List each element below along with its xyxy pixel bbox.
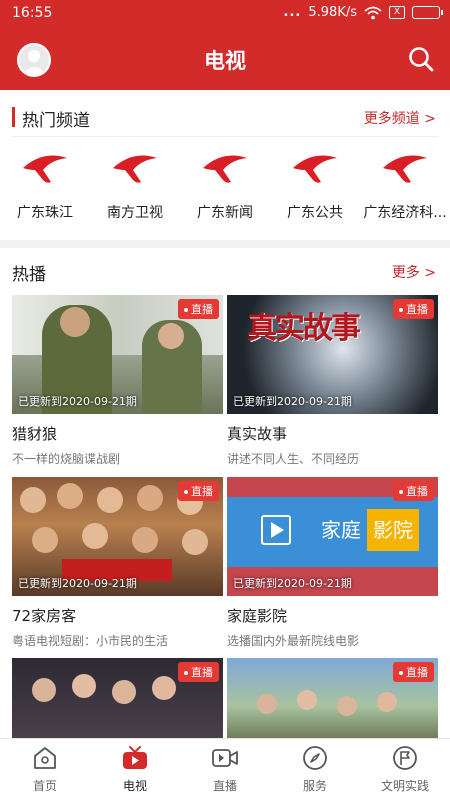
channel-name: 广东珠江 <box>17 205 73 221</box>
nav-label: 直播 <box>212 779 237 793</box>
show-thumbnail[interactable]: 直播 已更新到2020-09-21期 <box>12 295 223 414</box>
gdtv-logo-icon <box>383 155 427 183</box>
battery-icon <box>412 6 443 19</box>
nav-service[interactable]: 服务 <box>270 745 360 794</box>
show-subtitle: 讲述不同人生、不同经历 <box>227 452 360 466</box>
status-icons: ... 5.98K/s X <box>283 5 443 20</box>
show-thumbnail[interactable]: 真实故事 直播 已更新到2020-09-21期 <box>227 295 438 414</box>
channel-item[interactable]: 广东珠江 <box>0 140 90 222</box>
tv-icon <box>123 746 147 769</box>
channel-name: 广东新闻 <box>197 205 253 221</box>
live-badge: 直播 <box>178 662 219 682</box>
section-accent-bar <box>12 107 15 127</box>
gdtv-logo-icon <box>113 155 157 183</box>
hot-channels-title: 热门频道 <box>22 111 90 131</box>
nav-label: 首页 <box>32 779 57 793</box>
search-icon[interactable] <box>408 46 434 72</box>
show-subtitle: 不一样的烧脑谍战剧 <box>12 452 121 466</box>
network-speed: 5.98K/s <box>308 5 357 20</box>
hot-shows-title: 热播 <box>12 265 46 285</box>
thumb-text: 影院 <box>367 509 419 551</box>
show-card[interactable]: 家庭 影院 直播 已更新到2020-09-21期 家庭影院 选播国内外最新院线电… <box>227 477 438 649</box>
video-camera-icon <box>212 749 238 767</box>
notification-dots: ... <box>283 5 302 20</box>
wifi-icon <box>364 6 382 19</box>
show-thumbnail[interactable]: 直播 <box>227 658 438 738</box>
thumb-text: 家庭 <box>315 509 367 551</box>
show-thumbnail[interactable]: 直播 已更新到2020-09-21期 <box>12 477 223 596</box>
show-subtitle: 选播国内外最新院线电影 <box>227 634 360 648</box>
live-badge: 直播 <box>393 662 434 682</box>
play-icon <box>271 522 284 538</box>
nav-label: 服务 <box>302 779 327 793</box>
live-badge: 直播 <box>178 481 219 501</box>
sim-icon: X <box>389 6 405 19</box>
nav-civilization[interactable]: 文明实践 <box>360 745 450 794</box>
bottom-nav: 首页 电视 直播 服务 文明实践 <box>0 738 450 800</box>
thumb-text: 真实故事 <box>247 311 361 346</box>
show-card[interactable]: 直播 <box>227 658 438 738</box>
update-text: 已更新到2020-09-21期 <box>18 577 137 590</box>
page-title: 电视 <box>204 49 246 73</box>
show-title: 真实故事 <box>227 425 288 443</box>
show-thumbnail[interactable]: 家庭 影院 直播 已更新到2020-09-21期 <box>227 477 438 596</box>
nav-label: 文明实践 <box>380 779 429 793</box>
live-badge: 直播 <box>393 481 434 501</box>
channel-name: 南方卫视 <box>107 205 163 221</box>
live-badge: 直播 <box>178 299 219 319</box>
app-header: 16:55 ... 5.98K/s X 电视 <box>0 0 450 90</box>
channel-item[interactable]: 南方卫视 <box>90 140 180 222</box>
channel-name: 广东公共 <box>287 205 343 221</box>
more-shows-link[interactable]: 更多 > <box>392 262 436 282</box>
show-subtitle: 粤语电视短剧：小市民的生活 <box>12 634 169 648</box>
channel-list: 广东珠江 南方卫视 广东新闻 广东公共 广东经济科... <box>0 140 450 240</box>
flag-circle-icon <box>393 746 417 770</box>
nav-home[interactable]: 首页 <box>0 745 90 794</box>
home-icon <box>34 747 56 769</box>
gdtv-logo-icon <box>23 155 67 183</box>
gdtv-logo-icon <box>203 155 247 183</box>
channel-name: 广东经济科... <box>363 205 447 221</box>
channel-item[interactable]: 广东公共 <box>270 140 360 222</box>
show-title: 72家房客 <box>12 607 77 625</box>
gdtv-logo-icon <box>293 155 337 183</box>
section-gap <box>0 240 450 248</box>
status-bar: 16:55 ... 5.98K/s X <box>0 0 450 28</box>
channel-item[interactable]: 广东经济科... <box>360 140 450 222</box>
nav-live[interactable]: 直播 <box>180 745 270 794</box>
nav-label: 电视 <box>122 779 147 793</box>
channel-item[interactable]: 广东新闻 <box>180 140 270 222</box>
more-channels-link[interactable]: 更多频道 > <box>364 108 436 128</box>
show-card[interactable]: 直播 已更新到2020-09-21期 猎豺狼 不一样的烧脑谍战剧 <box>12 295 223 467</box>
status-time: 16:55 <box>12 5 53 21</box>
live-badge: 直播 <box>393 299 434 319</box>
update-text: 已更新到2020-09-21期 <box>233 395 352 408</box>
hot-channels-header: 热门频道 更多频道 > <box>0 97 450 137</box>
show-card[interactable]: 直播 <box>12 658 223 738</box>
show-title: 猎豺狼 <box>12 425 58 443</box>
update-text: 已更新到2020-09-21期 <box>18 395 137 408</box>
show-thumbnail[interactable]: 直播 <box>12 658 223 738</box>
show-title: 家庭影院 <box>227 607 288 625</box>
update-text: 已更新到2020-09-21期 <box>233 577 352 590</box>
show-card[interactable]: 真实故事 直播 已更新到2020-09-21期 真实故事 讲述不同人生、不同经历 <box>227 295 438 467</box>
compass-icon <box>303 746 327 770</box>
divider <box>12 136 438 137</box>
show-card[interactable]: 直播 已更新到2020-09-21期 72家房客 粤语电视短剧：小市民的生活 <box>12 477 223 649</box>
nav-tv[interactable]: 电视 <box>90 745 180 794</box>
